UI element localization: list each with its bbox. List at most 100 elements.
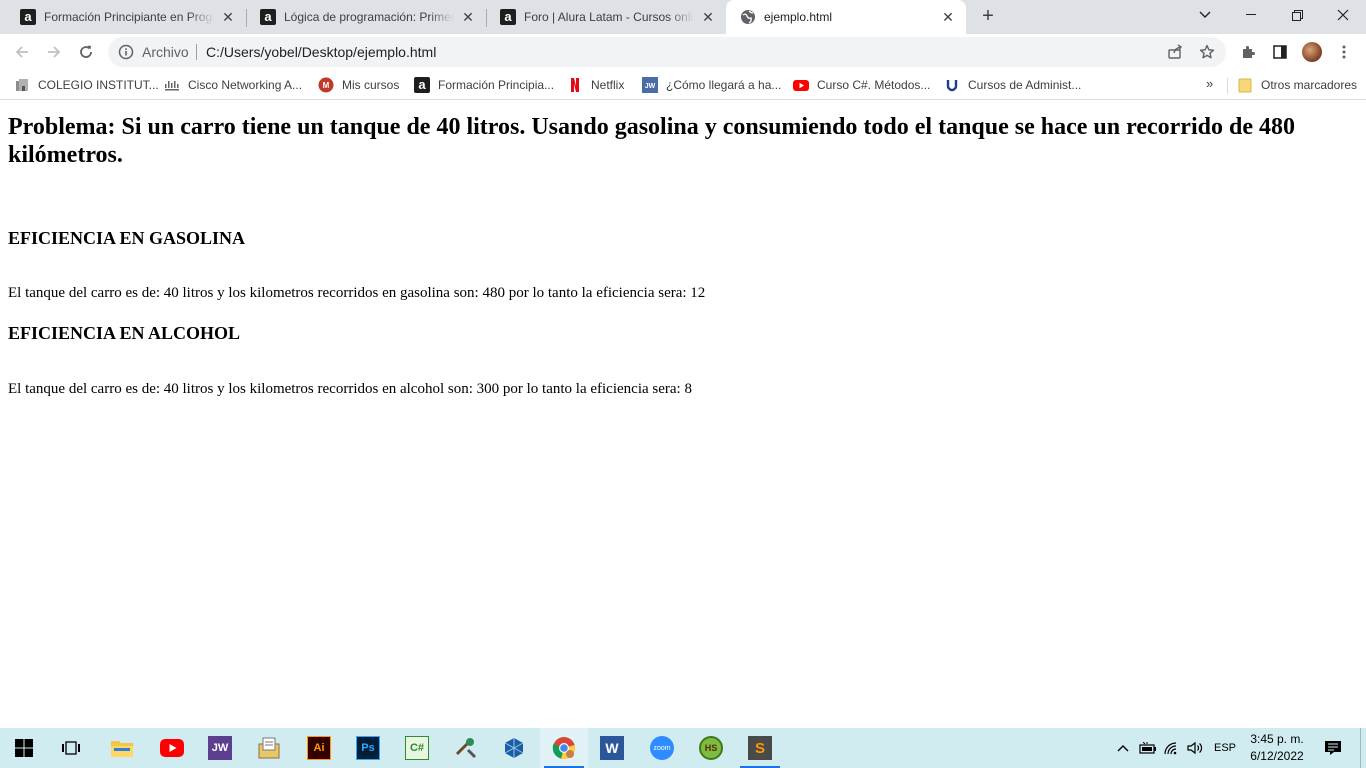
menu-icon[interactable] — [1334, 42, 1354, 62]
bookmark-cisco[interactable]: Cisco Networking A... — [164, 76, 302, 94]
reload-icon — [80, 45, 92, 58]
taskbar-app-tools[interactable] — [442, 728, 490, 768]
bookmark-cursos-administ[interactable]: Cursos de Administ... — [944, 76, 1081, 94]
forward-button[interactable] — [40, 38, 68, 66]
more-bookmarks-button[interactable]: » — [1206, 76, 1213, 91]
clock-time: 3:45 p. m. — [1250, 732, 1304, 746]
restore-icon — [1291, 9, 1303, 21]
volume-icon[interactable] — [1185, 728, 1207, 768]
section-title-gasolina: EFICIENCIA EN GASOLINA — [8, 228, 246, 248]
bookmark-mis-cursos[interactable]: M Mis cursos — [318, 76, 399, 94]
show-hidden-icons-button[interactable] — [1114, 728, 1132, 768]
photoshop-icon: Ps — [356, 736, 380, 760]
taskbar-app-hs[interactable]: HS — [687, 728, 735, 768]
csharp-icon: C# — [405, 736, 429, 760]
show-desktop-button[interactable] — [1360, 728, 1366, 768]
battery-icon[interactable] — [1138, 728, 1158, 768]
alura-icon: a — [414, 77, 430, 93]
zoom-icon: zoom — [650, 736, 674, 760]
bookmarks-divider — [1227, 78, 1228, 94]
taskbar-app-zoom[interactable]: zoom — [638, 728, 686, 768]
bookmark-netflix[interactable]: Netflix — [567, 76, 624, 94]
taskbar-app-file-explorer[interactable] — [98, 728, 146, 768]
tab-logica-programacion[interactable]: a Lógica de programación: Primero ✕ — [246, 0, 486, 34]
close-icon[interactable]: ✕ — [460, 9, 476, 25]
bookmark-label: Cursos de Administ... — [968, 78, 1082, 92]
other-bookmarks-folder[interactable]: Otros marcadores — [1237, 76, 1357, 94]
notification-icon — [1325, 741, 1341, 755]
taskbar: JW Ai Ps C# W zoom HS S ESP 3:45 p. m. 6… — [0, 728, 1366, 768]
close-icon[interactable]: ✕ — [220, 9, 236, 25]
restore-button[interactable] — [1274, 0, 1320, 30]
close-icon — [1337, 9, 1349, 21]
taskbar-app-jw[interactable]: JW — [196, 728, 244, 768]
side-panel-icon[interactable] — [1270, 42, 1290, 62]
back-button[interactable] — [8, 38, 36, 66]
start-button[interactable] — [0, 728, 48, 768]
bookmark-label: ¿Cómo llegará a ha... — [666, 78, 782, 92]
minimize-icon — [1246, 14, 1256, 15]
alura-icon: a — [20, 9, 36, 25]
address-divider — [196, 44, 197, 60]
taskbar-app-word[interactable]: W — [588, 728, 636, 768]
address-url[interactable]: C:/Users/yobel/Desktop/ejemplo.html — [206, 44, 436, 60]
taskbar-app-photoshop[interactable]: Ps — [344, 728, 392, 768]
problem-heading: Problema: Si un carro tiene un tanque de… — [8, 114, 1295, 168]
other-bookmarks-label: Otros marcadores — [1261, 78, 1358, 92]
wifi-icon[interactable] — [1162, 728, 1182, 768]
bookmark-colegio[interactable]: COLEGIO INSTITUT... — [14, 76, 159, 94]
taskbar-app-csharp-ide[interactable]: C# — [393, 728, 441, 768]
taskbar-app-sublime-text[interactable]: S — [736, 728, 784, 768]
chevron-up-icon — [1117, 745, 1129, 752]
extensions-icon[interactable] — [1238, 42, 1258, 62]
chrome-icon — [552, 736, 576, 760]
tools-icon — [454, 736, 478, 760]
page-content: Problema: Si un carro tiene un tanque de… — [8, 101, 1358, 398]
chevron-down-icon — [1199, 11, 1211, 18]
address-bar[interactable]: Archivo C:/Users/yobel/Desktop/ejemplo.h… — [108, 37, 1226, 67]
reload-button[interactable] — [72, 38, 100, 66]
illustrator-icon: Ai — [307, 736, 331, 760]
close-icon[interactable]: ✕ — [940, 9, 956, 25]
taskbar-app-youtube[interactable] — [148, 728, 196, 768]
udemy-icon — [944, 77, 960, 93]
task-view-button[interactable] — [48, 728, 96, 768]
clock-date: 6/12/2022 — [1250, 749, 1304, 763]
profile-avatar[interactable] — [1302, 42, 1322, 62]
tab-search-button[interactable] — [1182, 0, 1228, 30]
school-icon — [14, 77, 30, 93]
youtube-icon — [160, 736, 184, 760]
bookmark-label: COLEGIO INSTITUT... — [38, 78, 159, 92]
folder-icon — [1237, 77, 1253, 93]
bookmark-curso-csharp[interactable]: Curso C#. Métodos... — [793, 76, 930, 94]
notifications-button[interactable] — [1318, 728, 1348, 768]
close-icon[interactable]: ✕ — [700, 9, 716, 25]
section-text-gasolina: El tanque del carro es de: 40 litros y l… — [8, 285, 706, 301]
taskbar-app-virtualbox[interactable] — [490, 728, 538, 768]
arrow-left-icon — [15, 46, 28, 58]
task-view-icon — [62, 741, 80, 755]
bookmark-jw[interactable]: JW ¿Cómo llegará a ha... — [642, 76, 781, 94]
taskbar-app-chrome[interactable] — [540, 728, 588, 768]
close-window-button[interactable] — [1320, 0, 1366, 30]
new-tab-button[interactable]: + — [976, 5, 1000, 29]
section-text-alcohol: El tanque del carro es de: 40 litros y l… — [8, 381, 692, 397]
language-indicator[interactable]: ESP — [1210, 728, 1240, 768]
bookmark-star-icon[interactable] — [1198, 43, 1216, 61]
share-icon[interactable] — [1166, 43, 1184, 61]
clock[interactable]: 3:45 p. m. 6/12/2022 — [1244, 731, 1310, 765]
info-icon[interactable] — [118, 44, 134, 60]
tab-title: Foro | Alura Latam - Cursos onlin — [524, 10, 694, 24]
globe-icon — [740, 9, 756, 25]
arrow-right-icon — [48, 46, 61, 58]
tab-title: ejemplo.html — [764, 10, 833, 24]
minimize-button[interactable] — [1228, 0, 1274, 30]
bookmark-label: Formación Principia... — [438, 78, 555, 92]
taskbar-app-illustrator[interactable]: Ai — [295, 728, 343, 768]
taskbar-app-notepad-folder[interactable] — [245, 728, 293, 768]
tab-foro-alura[interactable]: a Foro | Alura Latam - Cursos onlin ✕ — [486, 0, 726, 34]
bookmark-formacion[interactable]: a Formación Principia... — [414, 76, 554, 94]
courses-icon: M — [318, 77, 334, 93]
tab-formacion-principiante[interactable]: a Formación Principiante en Progra ✕ — [6, 0, 246, 34]
tab-ejemplo-html[interactable]: ejemplo.html ✕ — [726, 0, 966, 34]
